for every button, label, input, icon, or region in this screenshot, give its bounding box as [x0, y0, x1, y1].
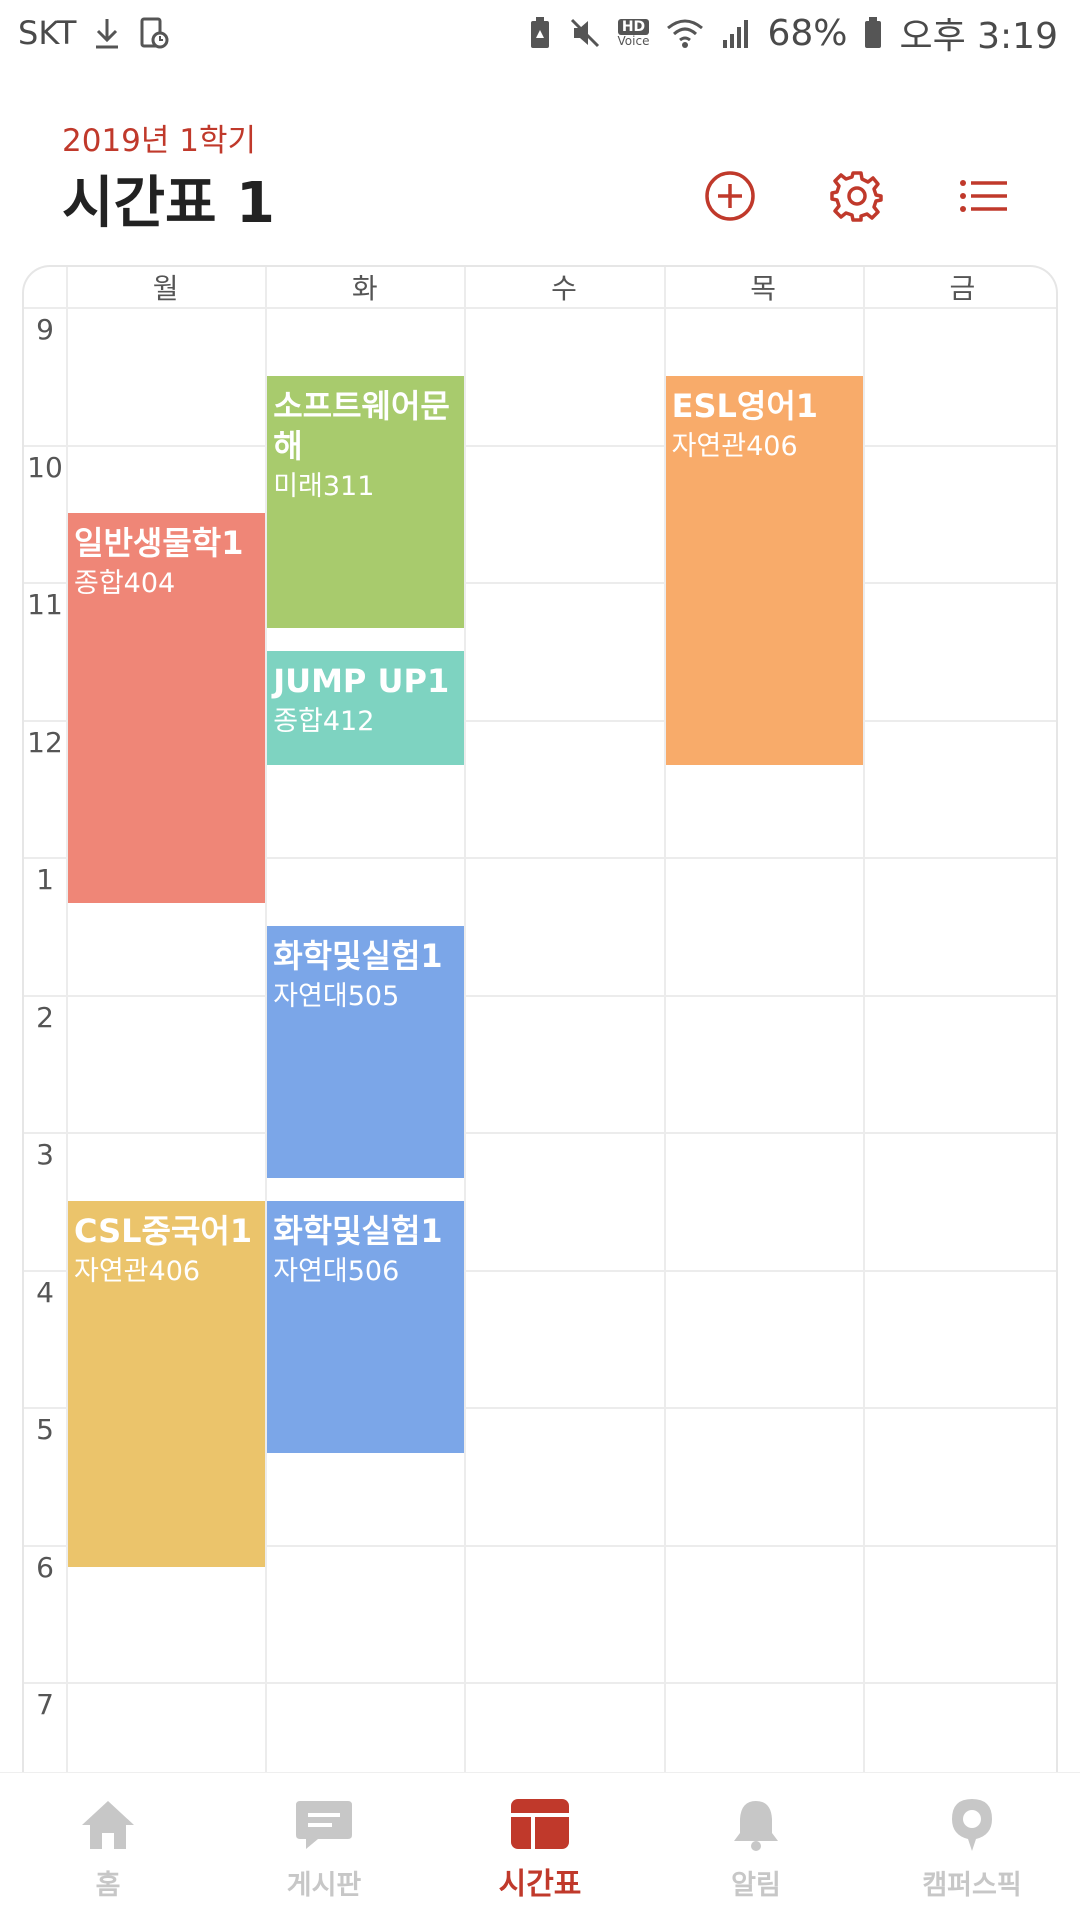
battery-icon — [863, 16, 883, 50]
gear-icon — [830, 171, 883, 222]
course-name: ESL영어1 — [671, 386, 819, 425]
nav-label-home: 홈 — [95, 1870, 121, 1901]
nav-item-timetable[interactable]: 시간표 — [432, 1773, 648, 1920]
timetable-grid: 월 화 수 목 금 9 10 11 12 1 2 3 4 5 6 7 일반생물학1 종합404 CSL중국어1 자연관… — [22, 265, 1058, 1775]
nav-label-board: 게시판 — [286, 1870, 362, 1901]
hour-label: 4 — [36, 1275, 54, 1309]
status-bar: SKT HD Voice 68% 오후 3:19 — [0, 0, 1080, 66]
grid-hline — [24, 994, 1056, 997]
page-title[interactable]: 시간표 1 — [62, 158, 275, 239]
signal-icon — [721, 16, 751, 50]
course-block[interactable]: 화학및실험1 자연대505 — [267, 925, 465, 1178]
course-block[interactable]: 화학및실험1 자연대506 — [267, 1200, 465, 1453]
download-icon — [92, 16, 122, 50]
screen-timer-icon — [138, 16, 170, 50]
course-block[interactable]: ESL영어1 자연관406 — [665, 375, 863, 766]
hour-label: 1 — [36, 863, 54, 896]
list-icon — [960, 180, 1007, 212]
grid-hline — [24, 444, 1056, 447]
course-block[interactable]: 일반생물학1 종합404 — [68, 513, 266, 903]
day-header: 목 — [750, 272, 777, 305]
grid-vline — [464, 267, 467, 1775]
bell-icon — [734, 1801, 778, 1851]
hour-label: 10 — [27, 450, 63, 484]
course-room: 자연대506 — [273, 1255, 400, 1287]
course-name: CSL중국어1 — [74, 1211, 253, 1250]
mute-icon — [568, 16, 602, 50]
course-block[interactable]: 소프트웨어문해미래311 — [267, 375, 465, 628]
course-room: 자연관406 — [671, 430, 798, 462]
hour-label: 12 — [27, 725, 63, 759]
clock: 오후 3:19 — [899, 16, 1058, 57]
course-name: JUMP UP1 — [273, 661, 450, 700]
course-room: 미래311 — [273, 470, 375, 502]
grid-vline — [862, 267, 865, 1775]
nav-item-campuspick[interactable]: 캠퍼스픽 — [864, 1773, 1080, 1920]
plus-circle-icon — [705, 171, 755, 221]
course-room: 자연대505 — [273, 980, 400, 1012]
list-view-button[interactable] — [956, 168, 1012, 224]
hour-label: 5 — [36, 1413, 54, 1446]
nav-label-alerts: 알림 — [731, 1870, 781, 1901]
nav-label-timetable: 시간표 — [498, 1867, 582, 1902]
battery-saver-icon — [528, 16, 552, 50]
hour-label: 7 — [36, 1688, 54, 1721]
course-room: 종합404 — [74, 568, 176, 600]
course-name: 화학및실험1 — [273, 936, 443, 975]
course-name: 일반생물학1 — [74, 524, 244, 563]
status-right: HD Voice 68% 오후 3:19 — [528, 7, 1058, 59]
add-course-button[interactable] — [702, 168, 758, 224]
grid-hline — [24, 1132, 1056, 1134]
day-header: 수 — [551, 272, 577, 305]
nav-item-home[interactable]: 홈 — [0, 1773, 216, 1920]
course-block[interactable]: JUMP UP1 종합412 — [267, 650, 465, 766]
carrier-label: SKT — [18, 14, 77, 52]
status-left: SKT — [18, 14, 170, 52]
course-room: 종합412 — [273, 705, 375, 737]
hour-label: 9 — [36, 313, 54, 346]
voice-label: Voice — [617, 34, 650, 48]
battery-percent: 68% — [767, 12, 848, 54]
nav-item-alerts[interactable]: 알림 — [648, 1773, 864, 1920]
hour-label: 2 — [36, 1000, 54, 1034]
wifi-icon — [665, 16, 705, 50]
nav-item-board[interactable]: 게시판 — [216, 1773, 432, 1920]
grid-header-divider — [24, 307, 1056, 309]
bottom-nav: 홈 게시판 시간표 알림 캠퍼스픽 — [0, 1772, 1080, 1920]
grid-hline — [24, 1682, 1056, 1684]
semester-label[interactable]: 2019년 1학기 — [62, 115, 256, 160]
home-icon — [82, 1801, 134, 1849]
hour-label: 6 — [36, 1550, 54, 1584]
hour-label: 3 — [36, 1138, 54, 1171]
day-header: 금 — [949, 272, 976, 305]
course-name: 소프트웨어문해 — [273, 386, 450, 465]
day-header: 월 — [152, 272, 179, 305]
hd-label: HD — [617, 19, 650, 35]
timetable-icon — [511, 1799, 569, 1849]
campuspick-icon — [952, 1799, 992, 1851]
hd-voice-icon: HD Voice — [617, 19, 650, 48]
board-icon — [296, 1801, 352, 1849]
course-name: 화학및실험1 — [273, 1211, 443, 1250]
day-header: 화 — [351, 272, 378, 305]
course-block[interactable]: CSL중국어1 자연관406 — [68, 1200, 266, 1568]
nav-label-campuspick: 캠퍼스픽 — [922, 1870, 1022, 1901]
hour-label: 11 — [27, 588, 63, 621]
course-room: 자연관406 — [74, 1255, 201, 1287]
settings-button[interactable] — [829, 168, 885, 224]
